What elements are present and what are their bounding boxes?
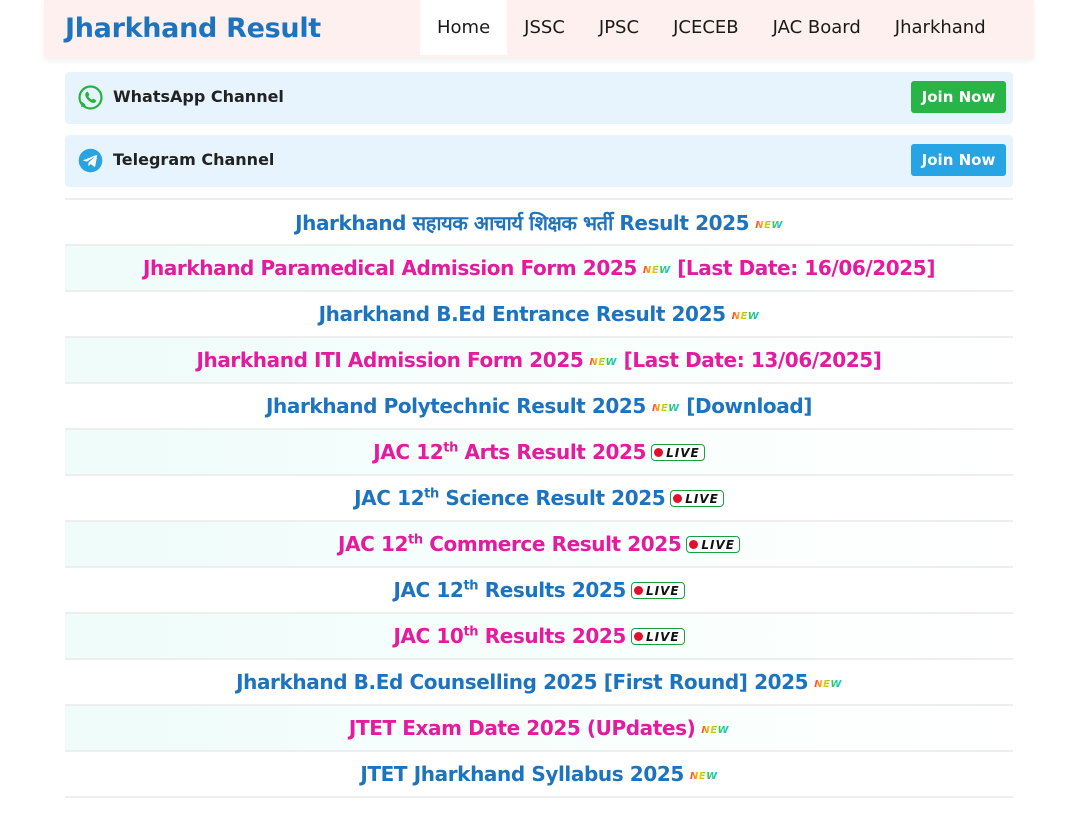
result-links-list: Jharkhand सहायक आचार्य शिक्षक भर्ती Resu…: [65, 198, 1013, 798]
result-link[interactable]: JAC 12th Science Result 2025 LIVE: [354, 486, 724, 510]
link-label: Results 2025: [484, 578, 627, 602]
link-label: Jharkhand Polytechnic Result 2025: [265, 394, 646, 418]
result-link[interactable]: JAC 10th Results 2025 LIVE: [393, 624, 685, 648]
new-badge-icon: NEW: [651, 403, 680, 414]
new-badge-icon: NEW: [755, 219, 783, 231]
result-link[interactable]: JAC 12th Results 2025 LIVE: [393, 578, 685, 602]
link-prefix: JAC 12: [393, 578, 464, 602]
nav-item-jac-board[interactable]: JAC Board: [756, 0, 878, 55]
list-item: JAC 12th Arts Result 2025 LIVE: [65, 428, 1013, 474]
list-item: JTET Exam Date 2025 (UPdates) NEW: [65, 704, 1013, 750]
live-dot-icon: [689, 540, 699, 549]
live-badge-icon: LIVE: [630, 628, 685, 645]
live-badge-icon: LIVE: [630, 582, 685, 599]
link-label: JTET Jharkhand Syllabus 2025: [360, 762, 684, 786]
live-dot-icon: [654, 448, 664, 457]
list-item: Jharkhand Polytechnic Result 2025 NEW [Do…: [65, 382, 1013, 428]
new-badge-icon: NEW: [731, 311, 760, 322]
new-badge-icon: NEW: [642, 265, 671, 276]
result-link[interactable]: JTET Jharkhand Syllabus 2025 NEW: [360, 762, 717, 786]
link-label: Jharkhand ITI Admission Form 2025: [196, 348, 584, 372]
list-item: JTET Jharkhand Syllabus 2025 NEW: [65, 750, 1013, 798]
link-label: Science Result 2025: [445, 486, 666, 510]
ordinal-suffix: th: [408, 532, 423, 548]
live-badge-label: LIVE: [685, 491, 719, 506]
live-badge-label: LIVE: [645, 583, 680, 598]
live-dot-icon: [633, 632, 643, 641]
whatsapp-channel-bar: WhatsApp Channel Join Now: [65, 72, 1013, 124]
new-badge-icon: NEW: [689, 771, 718, 782]
list-item: JAC 10th Results 2025 LIVE: [65, 612, 1013, 658]
link-prefix: JAC 10: [393, 624, 464, 648]
result-link[interactable]: Jharkhand Polytechnic Result 2025 NEW [Do…: [266, 394, 812, 418]
nav-item-jharkhand[interactable]: Jharkhand: [878, 0, 1003, 55]
live-dot-icon: [673, 494, 683, 503]
result-link[interactable]: JAC 12th Arts Result 2025 LIVE: [373, 440, 705, 464]
list-item: Jharkhand ITI Admission Form 2025 NEW [La…: [65, 336, 1013, 382]
list-item: Jharkhand सहायक आचार्य शिक्षक भर्ती Resu…: [65, 198, 1013, 244]
result-link[interactable]: Jharkhand सहायक आचार्य शिक्षक भर्ती Resu…: [295, 209, 783, 236]
whatsapp-join-button[interactable]: Join Now: [911, 81, 1006, 113]
link-suffix: [Download]: [686, 394, 813, 418]
ordinal-suffix: th: [424, 486, 439, 502]
whatsapp-channel-label: WhatsApp Channel: [113, 87, 284, 106]
link-label: Jharkhand B.Ed Counselling 2025 [First R…: [236, 670, 809, 694]
live-badge-icon: LIVE: [686, 536, 740, 553]
site-logo[interactable]: Jharkhand Result: [65, 13, 321, 44]
link-label: JTET Exam Date 2025 (UPdates): [348, 716, 696, 740]
result-link[interactable]: Jharkhand Paramedical Admission Form 202…: [142, 256, 936, 280]
nav-item-jpsc[interactable]: JPSC: [582, 0, 656, 55]
list-item: Jharkhand B.Ed Counselling 2025 [First R…: [65, 658, 1013, 704]
telegram-icon: [78, 148, 103, 173]
main-nav: Home JSSC JPSC JCECEB JAC Board Jharkhand: [420, 0, 1003, 55]
live-badge-label: LIVE: [701, 537, 735, 552]
link-label: Jharkhand सहायक आचार्य शिक्षक भर्ती Resu…: [295, 210, 750, 235]
link-prefix: JAC 12: [373, 440, 444, 464]
link-label: Results 2025: [484, 624, 627, 648]
link-label: Jharkhand B.Ed Entrance Result 2025: [318, 302, 726, 326]
result-link[interactable]: JTET Exam Date 2025 (UPdates) NEW: [349, 716, 729, 740]
result-link[interactable]: Jharkhand B.Ed Entrance Result 2025 NEW: [319, 302, 760, 326]
ordinal-suffix: th: [463, 578, 479, 594]
new-badge-icon: NEW: [701, 725, 730, 736]
result-link[interactable]: Jharkhand ITI Admission Form 2025 NEW [La…: [196, 348, 881, 372]
link-label: Commerce Result 2025: [429, 532, 682, 556]
live-dot-icon: [633, 586, 643, 595]
nav-item-home[interactable]: Home: [420, 0, 508, 55]
site-header: Jharkhand Result Home JSSC JPSC JCECEB JAC B…: [44, 0, 1034, 58]
whatsapp-icon: [78, 85, 103, 110]
link-suffix: [Last Date: 16/06/2025]: [677, 256, 936, 280]
live-badge-icon: LIVE: [651, 444, 705, 461]
live-badge-label: LIVE: [666, 445, 700, 460]
result-link[interactable]: Jharkhand B.Ed Counselling 2025 [First R…: [236, 670, 842, 694]
list-item: JAC 12th Results 2025 LIVE: [65, 566, 1013, 612]
link-suffix: [Last Date: 13/06/2025]: [623, 348, 882, 372]
list-item: Jharkhand B.Ed Entrance Result 2025 NEW: [65, 290, 1013, 336]
result-link[interactable]: JAC 12th Commerce Result 2025 LIVE: [338, 532, 740, 556]
live-badge-icon: LIVE: [670, 490, 724, 507]
live-badge-label: LIVE: [645, 629, 680, 644]
telegram-join-button[interactable]: Join Now: [911, 144, 1006, 176]
list-item: JAC 12th Commerce Result 2025 LIVE: [65, 520, 1013, 566]
link-label: Arts Result 2025: [464, 440, 647, 464]
link-prefix: JAC 12: [338, 532, 409, 556]
link-label: Jharkhand Paramedical Admission Form 202…: [142, 256, 637, 280]
new-badge-icon: NEW: [589, 357, 618, 368]
nav-item-jceceb[interactable]: JCECEB: [656, 0, 756, 55]
telegram-channel-bar: Telegram Channel Join Now: [65, 135, 1013, 187]
list-item: JAC 12th Science Result 2025 LIVE: [65, 474, 1013, 520]
telegram-channel-label: Telegram Channel: [113, 150, 275, 169]
nav-item-jssc[interactable]: JSSC: [507, 0, 582, 55]
list-item: Jharkhand Paramedical Admission Form 202…: [65, 244, 1013, 290]
new-badge-icon: NEW: [814, 679, 842, 690]
ordinal-suffix: th: [443, 440, 458, 456]
link-prefix: JAC 12: [354, 486, 425, 510]
ordinal-suffix: th: [463, 624, 479, 640]
